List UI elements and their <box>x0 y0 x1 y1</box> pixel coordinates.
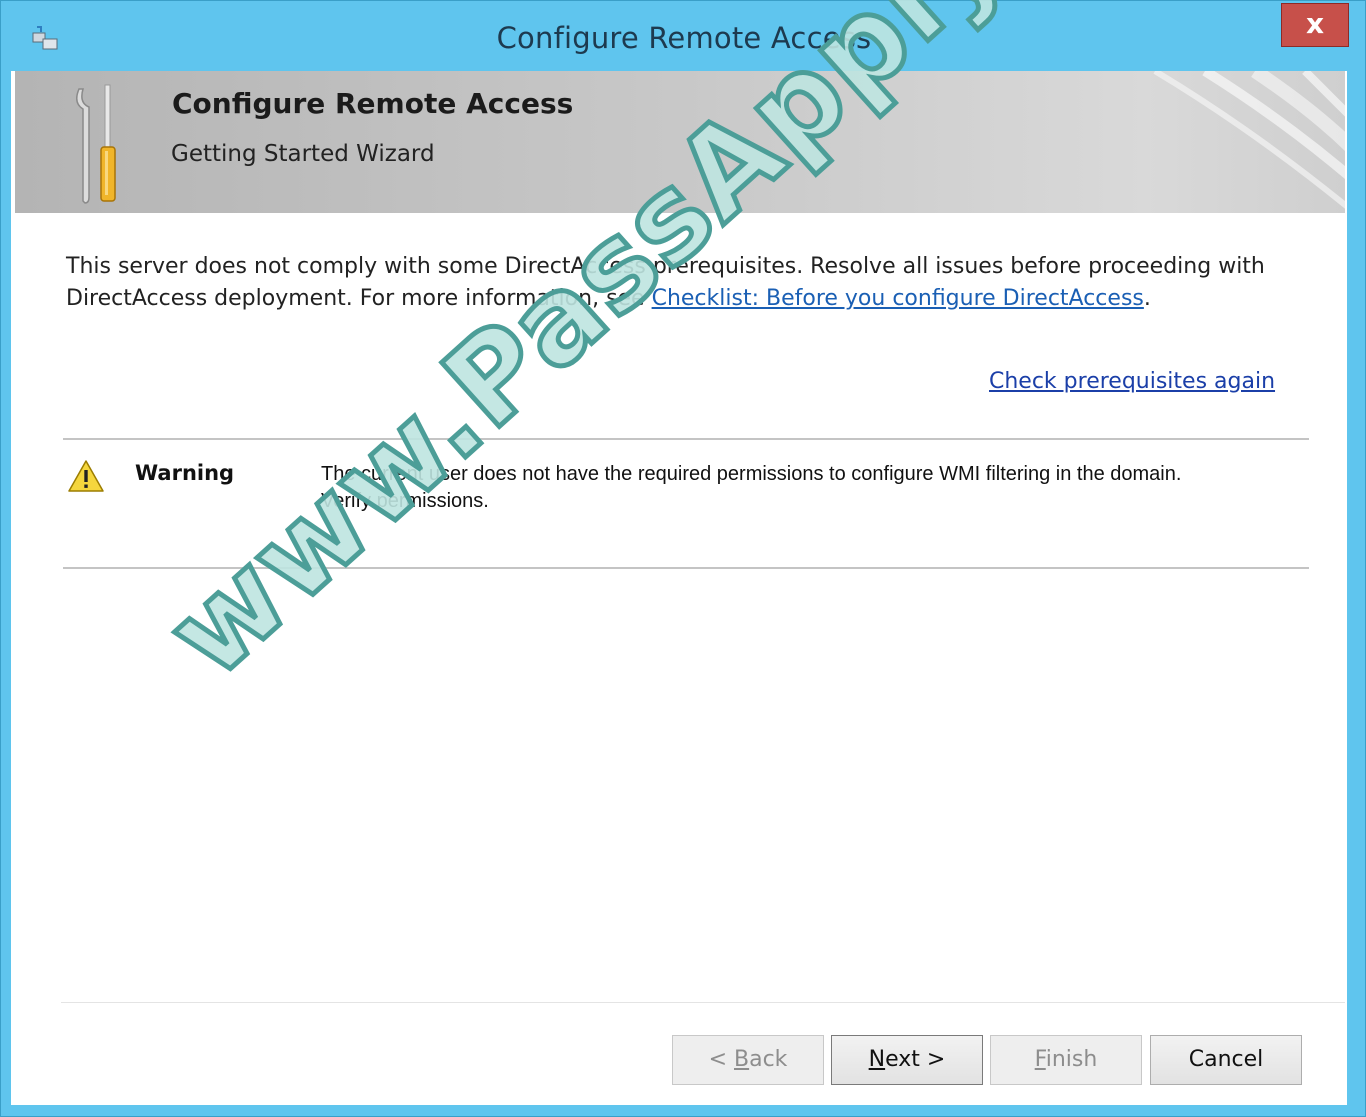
footer-separator <box>61 1002 1345 1003</box>
cancel-button[interactable]: Cancel <box>1150 1035 1302 1085</box>
wizard-subtitle: Getting Started Wizard <box>171 141 435 167</box>
header-decoration <box>1153 71 1345 209</box>
finish-button-mnemonic: F <box>1034 1047 1046 1072</box>
next-button-mnemonic: N <box>868 1047 886 1072</box>
finish-button-label: inish <box>1045 1047 1098 1072</box>
next-button-label: ext > <box>885 1047 946 1072</box>
wizard-title: Configure Remote Access <box>172 87 574 120</box>
back-button-mnemonic: B <box>734 1047 750 1072</box>
next-button[interactable]: Next > <box>831 1035 983 1085</box>
window-title: Configure Remote Access <box>496 21 872 55</box>
back-button-prefix: < <box>708 1047 734 1072</box>
back-button[interactable]: < Back <box>672 1035 824 1085</box>
close-button[interactable]: x <box>1281 3 1349 47</box>
warning-icon <box>68 460 104 492</box>
back-button-label: ack <box>749 1047 788 1072</box>
dialog-window: Configure Remote Access x Configure Remo… <box>0 0 1366 1117</box>
issues-top-divider <box>63 438 1309 440</box>
intro-text-end: . <box>1143 286 1151 311</box>
title-bar[interactable]: Configure Remote Access x <box>1 1 1366 75</box>
checklist-link[interactable]: Checklist: Before you configure DirectAc… <box>652 286 1144 311</box>
finish-button[interactable]: Finish <box>990 1035 1142 1085</box>
issue-level: Warning <box>135 461 235 485</box>
wrench-screwdriver-icon <box>76 84 116 204</box>
check-prerequisites-again-link[interactable]: Check prerequisites again <box>989 369 1275 394</box>
